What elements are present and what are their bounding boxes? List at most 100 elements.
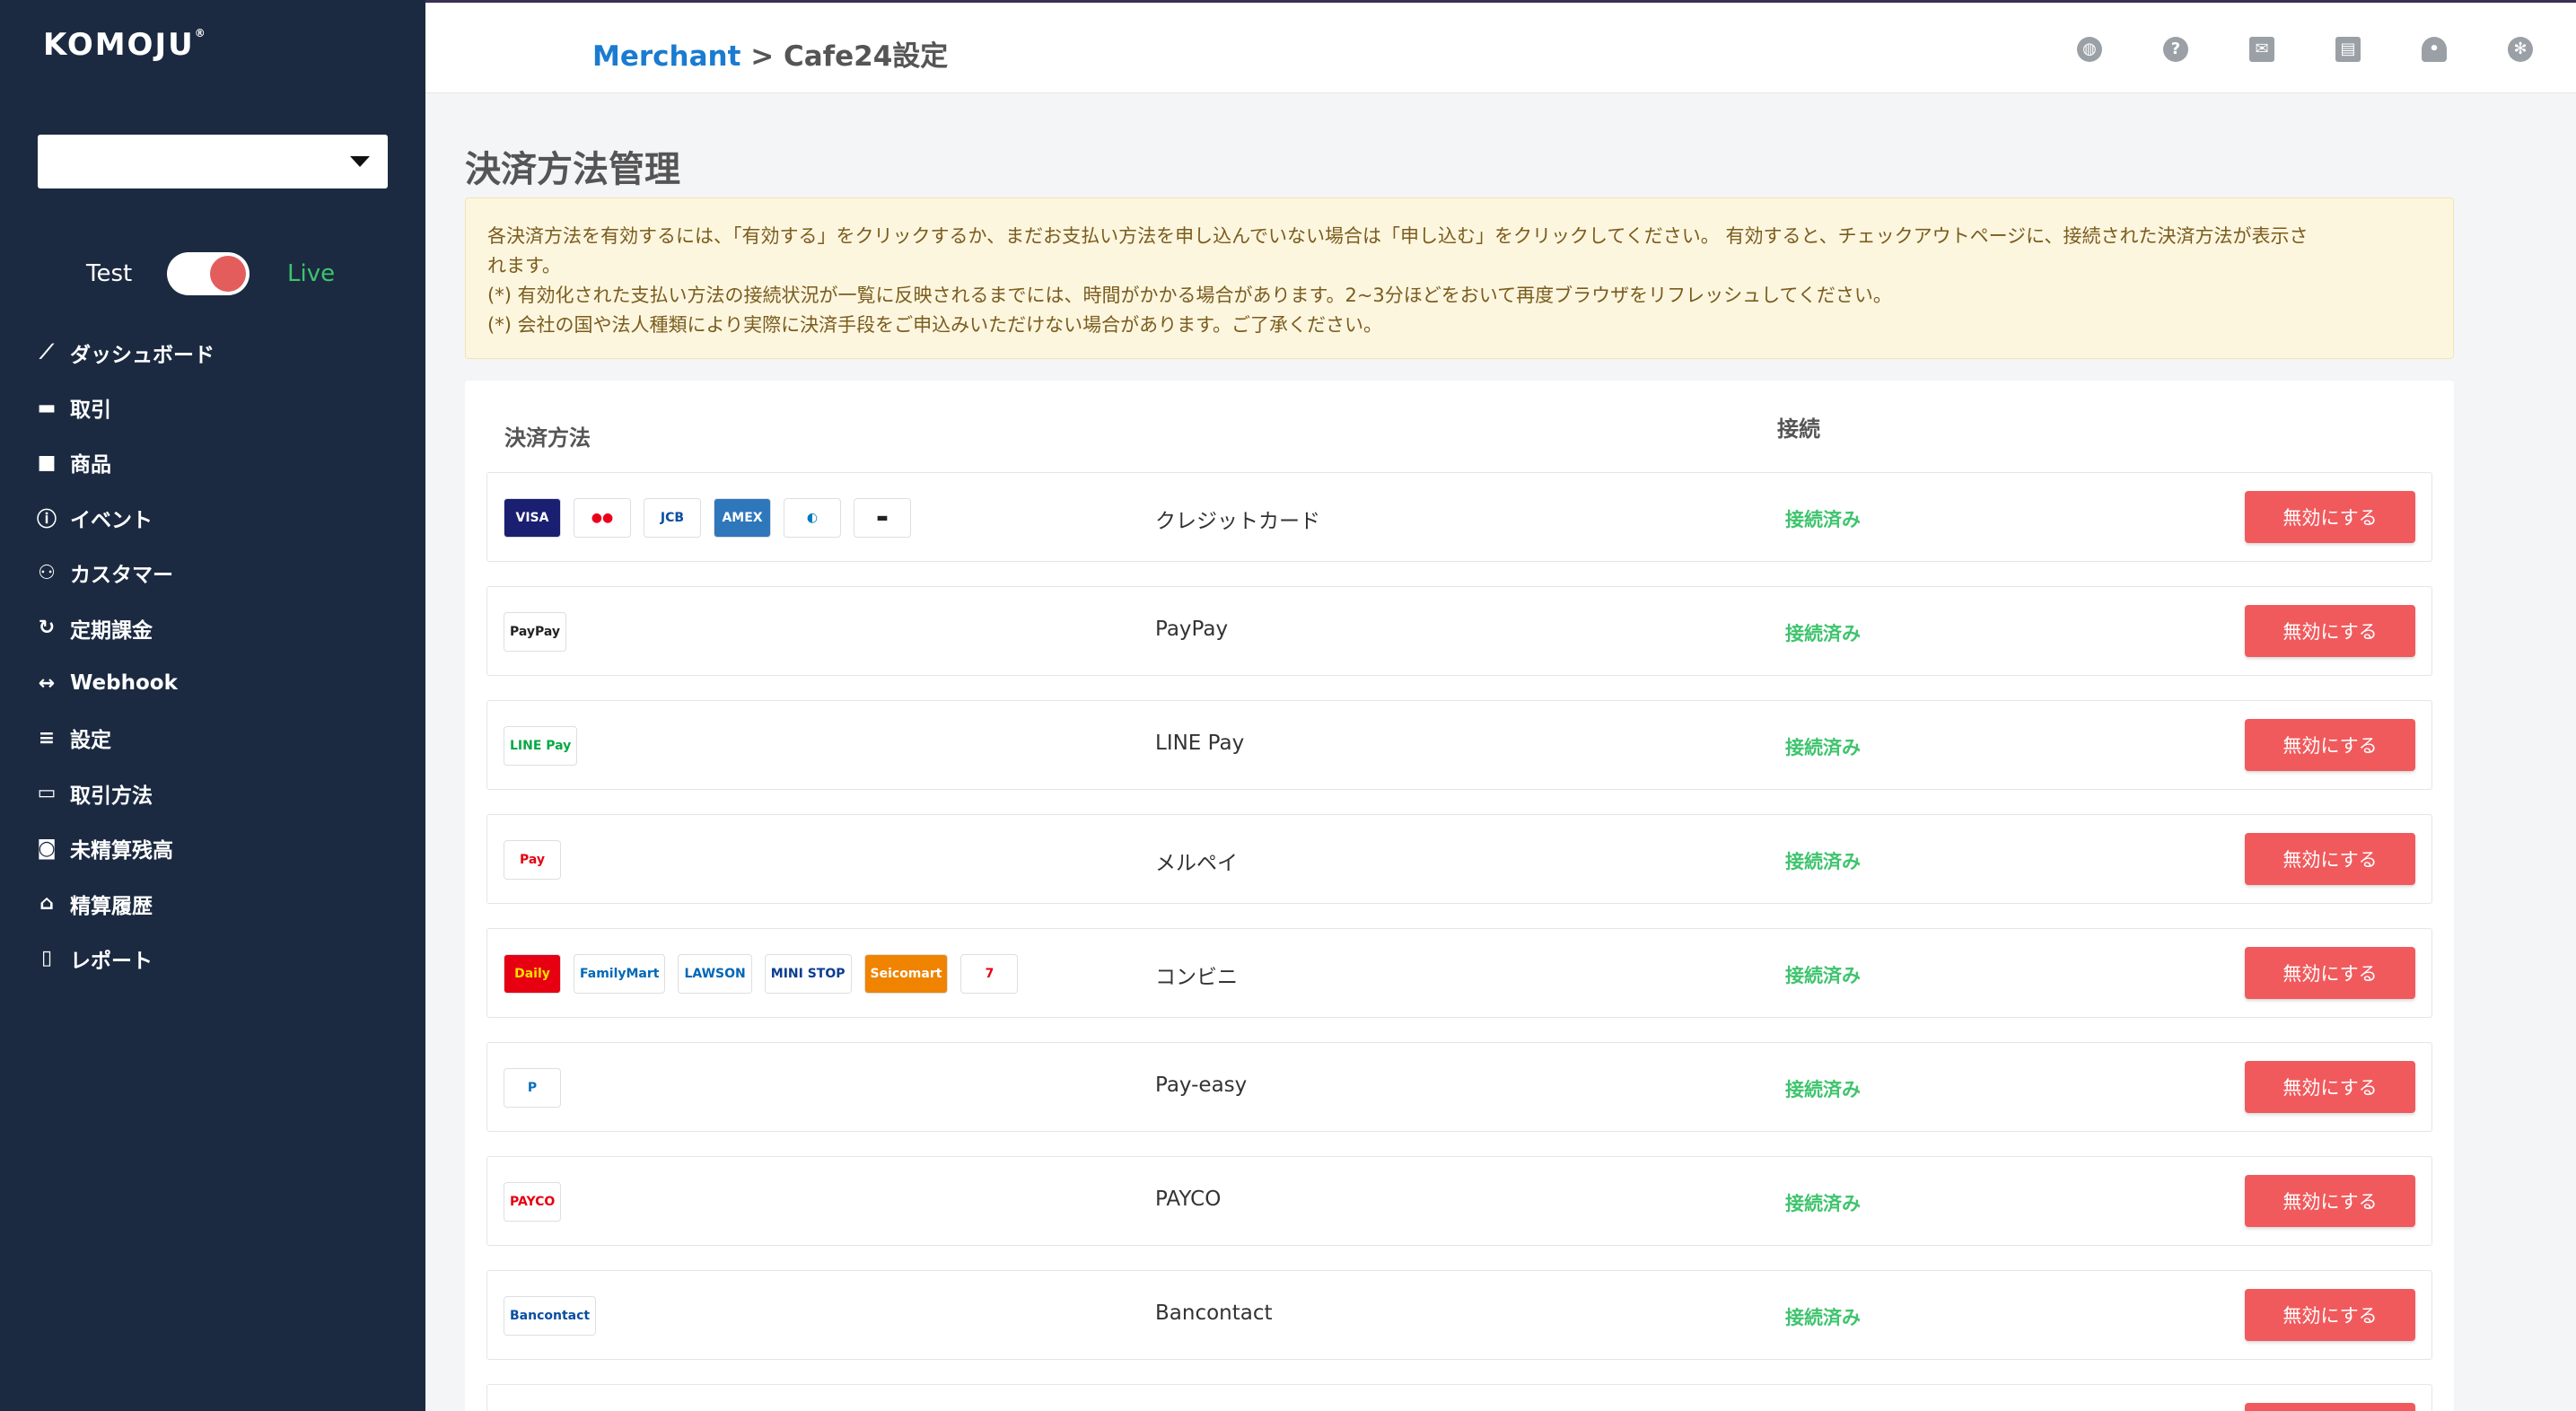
mode-test-label: Test	[86, 260, 133, 287]
payment-logo-icon: LAWSON	[678, 954, 752, 994]
payment-logos: VISA ●● JCB AMEX ◐ ▬	[504, 498, 911, 538]
mode-switch: Test Live	[86, 251, 335, 296]
money-bill-icon: ◙	[37, 837, 57, 860]
breadcrumb: Merchant > Cafe24設定	[592, 33, 948, 74]
payment-logos: PAYCO	[504, 1182, 562, 1222]
sidebar-nav: ⟋ ダッシュボード ▬ 取引 ■ 商品 ⓘ イベント ⚇ カスタマー ↻ 定期課金 ↔ Webhook ≡ 設…	[36, 325, 413, 986]
shopping-bag-icon: ■	[37, 451, 57, 474]
payment-logos: P	[504, 1068, 561, 1108]
payment-method-name: クレジットカード	[1155, 510, 1320, 533]
sidebar-item-label: 未精算残高	[70, 839, 173, 863]
payment-logo-icon: AMEX	[714, 498, 771, 538]
sidebar-item-label: ダッシュボード	[70, 343, 215, 367]
top-header: Merchant > Cafe24設定 ◍ ? ✉ ▤ • ✻	[425, 0, 2576, 93]
users-icon: ⚇	[38, 561, 56, 584]
payment-methods-table: 決済方法 接続 VISA ●● JCB AMEX ◐ ▬ クレジットカード 接続済み 無効にする…	[465, 381, 2454, 1411]
sidebar-item-label: 取引方法	[70, 784, 153, 808]
sidebar-item[interactable]: ▭ 取引方法	[36, 766, 413, 820]
sidebar-item-label: Webhook	[70, 671, 178, 696]
sidebar-item[interactable]: ■ 商品	[36, 435, 413, 490]
disable-button[interactable]: 無効にする	[2245, 491, 2415, 543]
sidebar-item-label: 精算履歴	[70, 894, 153, 918]
payment-logo-icon: ◐	[784, 498, 841, 538]
payment-method-name: メルペイ	[1155, 852, 1238, 875]
live-mode-toggle[interactable]	[167, 252, 250, 295]
payment-logo-icon: P	[504, 1068, 561, 1108]
column-header-connection: 接続	[1777, 416, 1820, 442]
payment-method-name: LINE Pay	[1155, 732, 1245, 755]
disable-button[interactable]: 無効にする	[2245, 605, 2415, 657]
sidebar-item[interactable]: ⌂ 精算履歴	[36, 876, 413, 931]
page-title: 決済方法管理	[465, 149, 680, 190]
payment-method-name: PayPay	[1155, 618, 1229, 641]
chevron-down-icon	[350, 156, 370, 167]
sidebar-item[interactable]: ↻ 定期課金	[36, 600, 413, 655]
payment-method-row: VISA ●● JCB AMEX ◐ ▬ クレジットカード 接続済み 無効にする	[486, 472, 2432, 562]
komoju-logo[interactable]: KOMOJU®	[43, 27, 207, 63]
payment-logos: Daily FamilyMart LAWSON MINI STOP Seicomart 7	[504, 954, 1019, 994]
breadcrumb-current: Cafe24設定	[783, 40, 949, 73]
header-icons: ◍ ? ✉ ▤ • ✻	[2077, 37, 2533, 62]
mail-icon[interactable]: ✉	[2249, 37, 2274, 62]
payment-method-row: PayPay PayPay 接続済み 無効にする	[486, 586, 2432, 676]
notice-line: (*) 有効化された支払い方法の接続状況が一覧に反映されるまでには、時間がかかる…	[487, 285, 1892, 306]
notice-line: 各決済方法を有効するには、「有効する」をクリックするか、まだお支払い方法を申し込…	[487, 225, 2309, 247]
sidebar-item[interactable]: ≡ 設定	[36, 711, 413, 766]
disable-button[interactable]: 無効にする	[2245, 1289, 2415, 1341]
breadcrumb-merchant-link[interactable]: Merchant	[592, 40, 740, 73]
connection-status: 接続済み	[1785, 623, 1861, 644]
payment-method-row: Pay メルペイ 接続済み 無効にする	[486, 814, 2432, 904]
sidebar-item[interactable]: ▯ レポート	[36, 931, 413, 986]
sidebar-item[interactable]: ⚇ カスタマー	[36, 546, 413, 600]
payment-logo-icon: ▬	[854, 498, 911, 538]
payment-logo-icon: ●●	[574, 498, 631, 538]
gear-icon[interactable]: ✻	[2508, 37, 2533, 62]
sidebar-item[interactable]: ▬ 取引	[36, 380, 413, 434]
bell-icon[interactable]: •	[2422, 37, 2447, 62]
disable-button[interactable]: 無効にする	[2245, 1175, 2415, 1227]
notice-line: れます。	[487, 255, 561, 276]
payment-logo-icon: PAYCO	[504, 1182, 562, 1222]
disable-button[interactable]: 無効にする	[2245, 1061, 2415, 1113]
sidebar-item-label: レポート	[70, 949, 153, 973]
mode-live-label: Live	[287, 260, 336, 287]
sidebar-item-label: カスタマー	[70, 564, 173, 588]
connection-status: 接続済み	[1785, 965, 1861, 986]
account-select[interactable]	[38, 135, 388, 188]
payment-method-row: Daily FamilyMart LAWSON MINI STOP Seicomart 7…	[486, 928, 2432, 1018]
book-icon[interactable]: ▤	[2335, 37, 2361, 62]
file-icon: ▯	[40, 947, 53, 970]
disable-button[interactable]: 無効にする	[2245, 833, 2415, 885]
payment-logos: LINE Pay	[504, 726, 578, 766]
payment-logos: PayPay	[504, 612, 567, 652]
payment-method-name: Pay-easy	[1155, 1074, 1248, 1097]
notice-line: (*) 会社の国や法人種類により実際に決済手段をご申込みいただけない場合がありま…	[487, 314, 1383, 336]
sidebar-item-label: 設定	[70, 729, 111, 753]
toggle-knob	[210, 256, 246, 292]
disable-button[interactable]: 無効にする	[2245, 947, 2415, 999]
help-icon[interactable]: ?	[2163, 37, 2188, 62]
sidebar-item[interactable]: ⓘ イベント	[36, 490, 413, 545]
payment-method-row: LINE Pay LINE Pay 接続済み 無効にする	[486, 700, 2432, 790]
arrows-horizontal-icon: ↔	[38, 671, 56, 695]
disable-button[interactable]: 無効にする	[2245, 719, 2415, 771]
connection-status: 接続済み	[1785, 1307, 1861, 1328]
payment-method-name: Bancontact	[1155, 1301, 1273, 1325]
disable-button[interactable]: 無効にする	[2245, 1403, 2415, 1411]
sidebar-item[interactable]: ↔ Webhook	[36, 655, 413, 710]
column-header-method: 決済方法	[504, 425, 591, 451]
payment-logos: Bancontact	[504, 1296, 597, 1336]
id-card-icon: ▭	[37, 782, 57, 805]
globe-icon[interactable]: ◍	[2077, 37, 2102, 62]
payment-logo-icon: Seicomart	[863, 954, 949, 994]
payment-logo-icon: PayPay	[504, 612, 567, 652]
sidebar-item-label: イベント	[70, 508, 153, 532]
payment-logo-icon: VISA	[504, 498, 561, 538]
payment-logos: Pay	[504, 840, 561, 880]
payment-logo-icon: 7	[960, 954, 1019, 994]
payment-method-row: 無効にする	[486, 1384, 2432, 1411]
sidebar-item[interactable]: ⟋ ダッシュボード	[36, 325, 413, 380]
sidebar-item[interactable]: ◙ 未精算残高	[36, 821, 413, 876]
sidebar-item-label: 取引	[70, 399, 111, 423]
payment-logo-icon: Bancontact	[504, 1296, 597, 1336]
